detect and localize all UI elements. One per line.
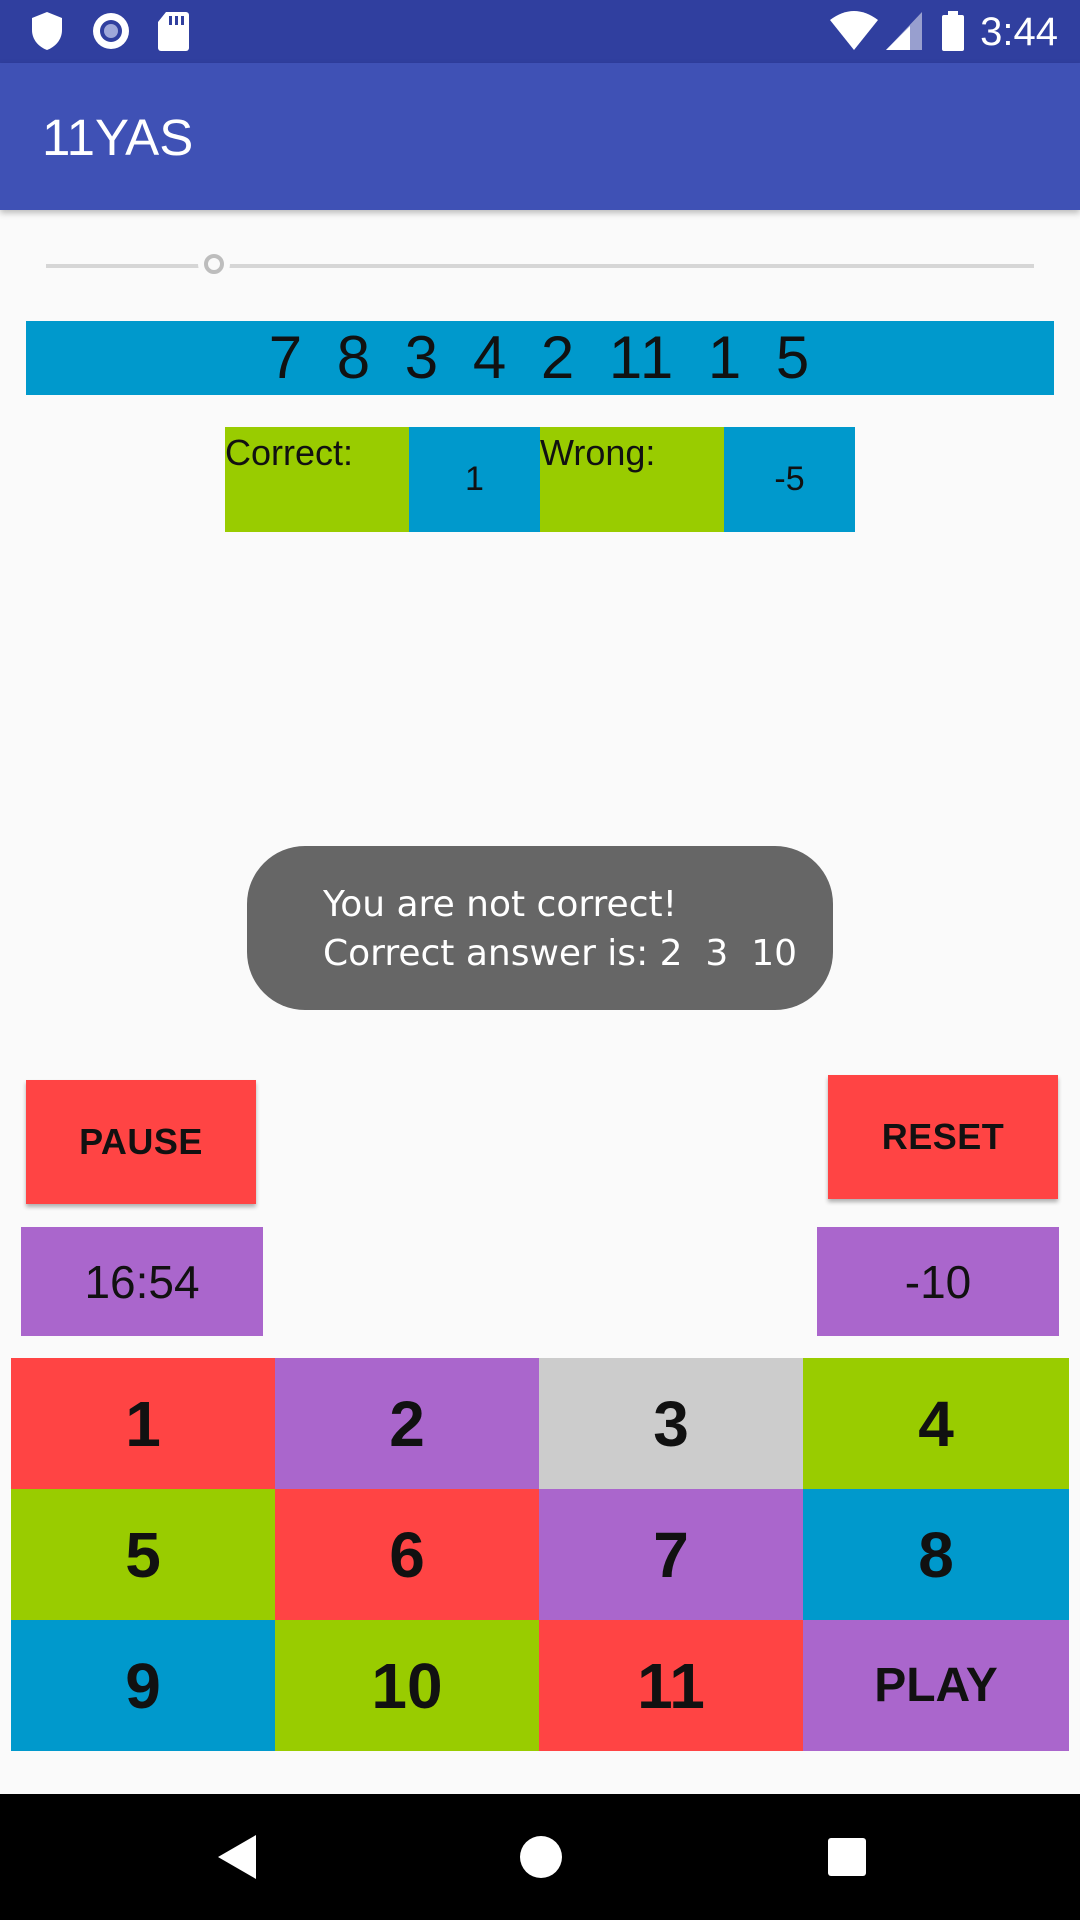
score-row: Correct: 1 Wrong: -5 — [225, 427, 855, 532]
navigation-bar — [0, 1794, 1080, 1920]
play-button[interactable]: PLAY — [803, 1620, 1069, 1751]
radio-icon — [93, 13, 129, 49]
key-7[interactable]: 7 — [539, 1489, 803, 1620]
recents-icon[interactable] — [824, 1832, 870, 1882]
home-icon[interactable] — [518, 1832, 564, 1882]
seek-bar-track — [46, 264, 1034, 268]
back-icon[interactable] — [214, 1832, 260, 1882]
correct-value-box: 1 — [409, 427, 540, 532]
app-bar: 11YAS — [0, 63, 1080, 210]
seek-bar-thumb[interactable] — [203, 254, 224, 274]
key-1[interactable]: 1 — [11, 1358, 275, 1489]
key-2[interactable]: 2 — [275, 1358, 539, 1489]
correct-label-box: Correct: — [225, 427, 409, 532]
correct-label: Correct: — [225, 432, 354, 473]
key-10[interactable]: 10 — [275, 1620, 539, 1751]
key-11[interactable]: 11 — [539, 1620, 803, 1751]
key-4[interactable]: 4 — [803, 1358, 1069, 1489]
timer-display: 16:54 — [21, 1227, 263, 1336]
key-9[interactable]: 9 — [11, 1620, 275, 1751]
wrong-label: Wrong: — [540, 432, 656, 473]
wrong-label-box: Wrong: — [540, 427, 724, 532]
toast-message: You are not correct! Correct answer is: … — [247, 846, 833, 1010]
key-6[interactable]: 6 — [275, 1489, 539, 1620]
toast-line-2: Correct answer is: 2 3 10 — [323, 933, 798, 974]
wrong-count: -5 — [774, 460, 805, 498]
number-keypad: 1 2 3 4 5 6 7 8 9 10 11 PLAY — [11, 1358, 1069, 1751]
toast-line-1: You are not correct! — [323, 884, 678, 925]
reset-button[interactable]: RESET — [828, 1075, 1058, 1199]
battery-icon — [942, 11, 964, 51]
correct-count: 1 — [465, 460, 484, 498]
status-time: 3:44 — [980, 10, 1058, 54]
status-bar: 3:44 — [0, 0, 1080, 63]
signal-icon — [886, 12, 922, 50]
key-5[interactable]: 5 — [11, 1489, 275, 1620]
pause-button[interactable]: PAUSE — [26, 1080, 256, 1204]
sd-card-icon — [158, 12, 189, 51]
wifi-icon — [830, 11, 878, 50]
shield-icon — [32, 12, 62, 50]
wrong-value-box: -5 — [724, 427, 855, 532]
key-3[interactable]: 3 — [539, 1358, 803, 1489]
seek-bar[interactable] — [46, 254, 1034, 274]
number-sequence: 7 8 3 4 2 11 1 5 — [26, 321, 1054, 395]
points-display: -10 — [817, 1227, 1059, 1336]
app-title: 11YAS — [42, 109, 194, 166]
key-8[interactable]: 8 — [803, 1489, 1069, 1620]
